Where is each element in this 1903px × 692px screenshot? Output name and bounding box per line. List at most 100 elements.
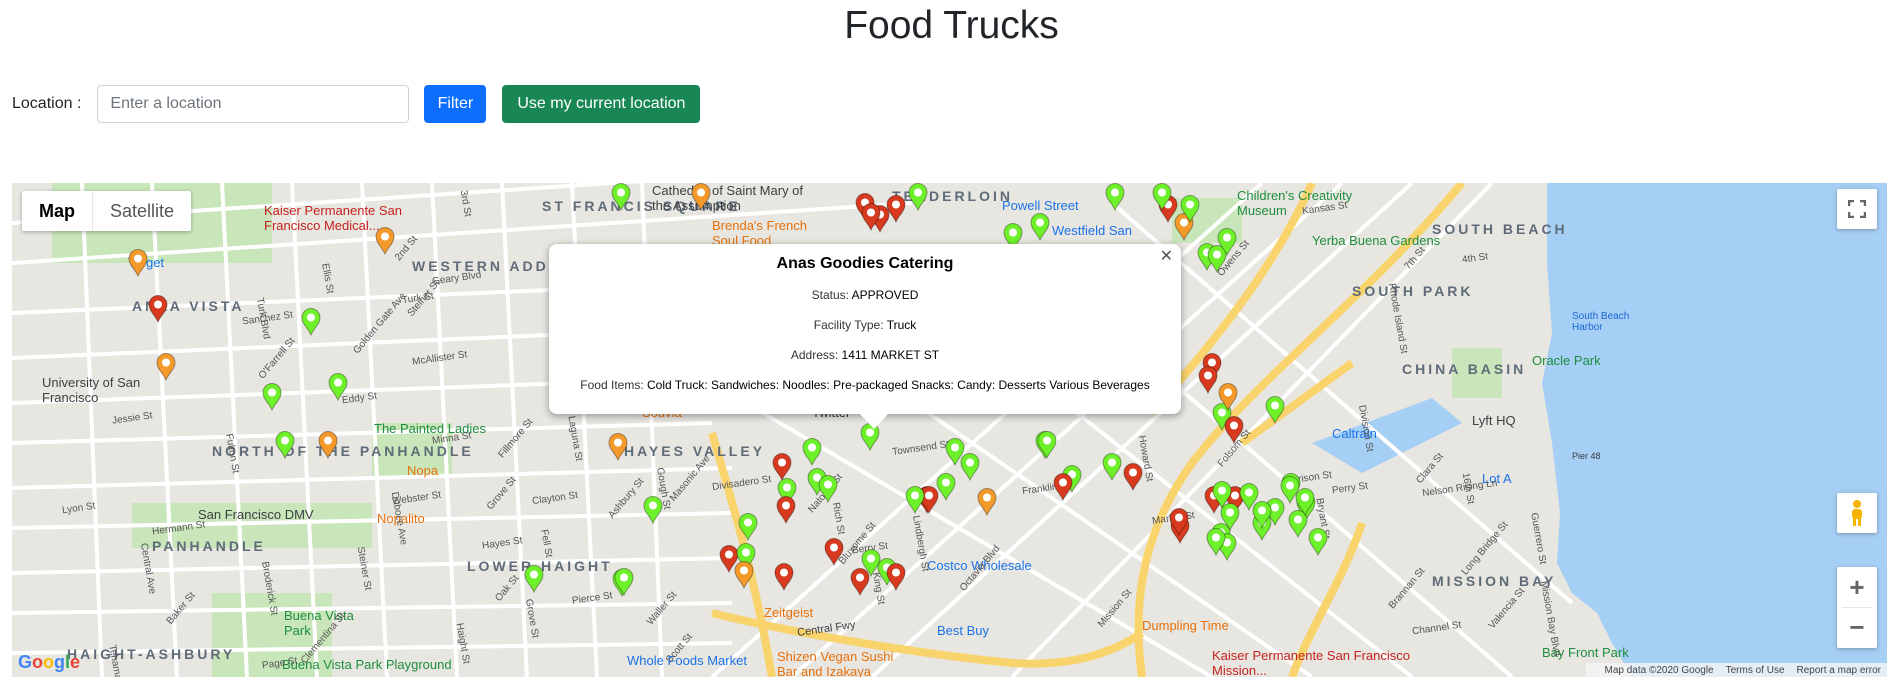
pegman-icon bbox=[1852, 500, 1862, 526]
food-truck-marker[interactable] bbox=[905, 486, 925, 514]
food-truck-marker[interactable] bbox=[1295, 488, 1315, 516]
food-truck-marker[interactable] bbox=[611, 183, 631, 211]
food-truck-marker[interactable] bbox=[886, 195, 906, 223]
location-input[interactable] bbox=[97, 85, 410, 123]
address-label: Address: bbox=[790, 348, 839, 362]
google-logo: Google bbox=[18, 652, 81, 672]
food-truck-marker[interactable] bbox=[328, 373, 348, 401]
area-label: HAYES VALLEY bbox=[624, 443, 766, 459]
close-icon[interactable]: ✕ bbox=[1160, 246, 1173, 266]
place-label: South Beach Harbor bbox=[1572, 311, 1630, 333]
food-truck-marker[interactable] bbox=[1265, 396, 1285, 424]
food-truck-marker[interactable] bbox=[960, 453, 980, 481]
food-truck-marker[interactable] bbox=[1217, 228, 1237, 256]
map-type-satellite-button[interactable]: Satellite bbox=[93, 191, 191, 231]
place-label: Cathedral of Saint Mary of the Assumptio… bbox=[652, 183, 804, 213]
place-label: Whole Foods Market bbox=[627, 653, 747, 668]
food-truck-marker[interactable] bbox=[772, 453, 792, 481]
info-window: ✕ Anas Goodies Catering Status: APPROVED… bbox=[549, 244, 1181, 429]
food-truck-marker[interactable] bbox=[734, 561, 754, 589]
food-truck-marker[interactable] bbox=[908, 183, 928, 211]
info-window-title: Anas Goodies Catering bbox=[776, 255, 954, 272]
area-label: HAIGHT-ASHBURY bbox=[67, 646, 236, 662]
food-truck-marker[interactable] bbox=[936, 473, 956, 501]
food-truck-marker[interactable] bbox=[1123, 463, 1143, 491]
bay-water bbox=[1542, 183, 1887, 677]
filter-button[interactable]: Filter bbox=[424, 85, 487, 123]
report-error-link[interactable]: Report a map error bbox=[1797, 665, 1881, 676]
food-truck-marker[interactable] bbox=[818, 475, 838, 503]
place-label: Lyft HQ bbox=[1472, 413, 1516, 428]
food-truck-marker[interactable] bbox=[275, 431, 295, 459]
place-label: Powell Street bbox=[1002, 198, 1079, 213]
food-truck-marker[interactable] bbox=[1037, 431, 1057, 459]
info-facility: Facility Type: Truck bbox=[549, 318, 1181, 332]
terms-link[interactable]: Terms of Use bbox=[1726, 665, 1785, 676]
food-truck-marker[interactable] bbox=[156, 353, 176, 381]
food-truck-marker[interactable] bbox=[774, 563, 794, 591]
food-truck-marker[interactable] bbox=[1252, 501, 1272, 529]
map[interactable]: ST FRANCIS SQUARE TENDERLOIN ANZA VISTA … bbox=[12, 183, 1887, 677]
map-type-control: Map Satellite bbox=[22, 191, 192, 231]
food-truck-marker[interactable] bbox=[1169, 508, 1189, 536]
food-truck-marker[interactable] bbox=[1218, 383, 1238, 411]
food-truck-marker[interactable] bbox=[1152, 183, 1172, 211]
area-label: PANHANDLE bbox=[152, 538, 266, 554]
food-truck-marker[interactable] bbox=[614, 568, 634, 596]
food-truck-marker[interactable] bbox=[148, 295, 168, 323]
fullscreen-button[interactable] bbox=[1837, 189, 1877, 229]
food-truck-marker[interactable] bbox=[802, 438, 822, 466]
zoom-in-button[interactable]: + bbox=[1849, 567, 1864, 607]
place-label: Kaiser Permanente San Francisco Mission.… bbox=[1212, 648, 1410, 677]
food-truck-marker[interactable] bbox=[824, 538, 844, 566]
area-label: CHINA BASIN bbox=[1402, 361, 1527, 377]
area-label: SOUTH BEACH bbox=[1432, 221, 1568, 237]
food-truck-marker[interactable] bbox=[861, 203, 881, 231]
food-items-label: Food Items: bbox=[580, 378, 644, 392]
map-type-map-button[interactable]: Map bbox=[22, 191, 93, 231]
place-label: Shizen Vegan Sushi Bar and Izakaya bbox=[777, 649, 894, 677]
status-value: APPROVED bbox=[851, 288, 919, 302]
zoom-control: + − bbox=[1837, 567, 1877, 648]
food-truck-marker[interactable] bbox=[1053, 473, 1073, 501]
food-truck-marker[interactable] bbox=[1105, 183, 1125, 211]
place-label: Kaiser Permanente San Francisco Medical.… bbox=[264, 203, 403, 233]
fullscreen-icon bbox=[1848, 200, 1866, 218]
food-truck-marker[interactable] bbox=[776, 496, 796, 524]
food-truck-marker[interactable] bbox=[1224, 416, 1244, 444]
place-label: Dumpling Time bbox=[1142, 618, 1229, 633]
location-label: Location : bbox=[12, 95, 82, 112]
food-items-value: Cold Truck: Sandwiches: Noodles: Pre-pac… bbox=[647, 378, 1150, 392]
street-view-pegman-button[interactable] bbox=[1837, 493, 1877, 533]
food-truck-marker[interactable] bbox=[262, 383, 282, 411]
food-truck-marker[interactable] bbox=[1308, 528, 1328, 556]
food-truck-marker[interactable] bbox=[1206, 528, 1226, 556]
place-label: San Francisco DMV bbox=[198, 507, 314, 522]
food-truck-marker[interactable] bbox=[128, 249, 148, 277]
food-truck-marker[interactable] bbox=[1180, 195, 1200, 223]
food-truck-marker[interactable] bbox=[1030, 213, 1050, 241]
food-truck-marker[interactable] bbox=[301, 308, 321, 336]
map-attribution: Map data ©2020 Google bbox=[1604, 664, 1714, 676]
food-truck-marker[interactable] bbox=[524, 565, 544, 593]
place-label: Westfield San bbox=[1052, 223, 1132, 238]
food-truck-marker[interactable] bbox=[691, 183, 711, 211]
food-truck-marker[interactable] bbox=[1198, 366, 1218, 394]
zoom-out-button[interactable]: − bbox=[1849, 608, 1864, 648]
food-truck-marker[interactable] bbox=[608, 433, 628, 461]
place-label: University of San Francisco bbox=[42, 375, 141, 405]
use-current-location-button[interactable]: Use my current location bbox=[502, 85, 701, 123]
place-label: Nopa bbox=[407, 463, 439, 478]
facility-label: Facility Type: bbox=[813, 318, 884, 332]
facility-value: Truck bbox=[886, 318, 917, 332]
food-truck-marker[interactable] bbox=[886, 563, 906, 591]
food-truck-marker[interactable] bbox=[977, 488, 997, 516]
food-truck-marker[interactable] bbox=[738, 513, 758, 541]
food-truck-marker[interactable] bbox=[1102, 453, 1122, 481]
food-truck-marker[interactable] bbox=[318, 431, 338, 459]
food-truck-marker[interactable] bbox=[375, 227, 395, 255]
map-footer: Map data ©2020 Google Terms of Use Repor… bbox=[1586, 663, 1887, 677]
status-label: Status: bbox=[811, 288, 849, 302]
food-truck-marker[interactable] bbox=[643, 496, 663, 524]
food-truck-marker[interactable] bbox=[850, 568, 870, 596]
